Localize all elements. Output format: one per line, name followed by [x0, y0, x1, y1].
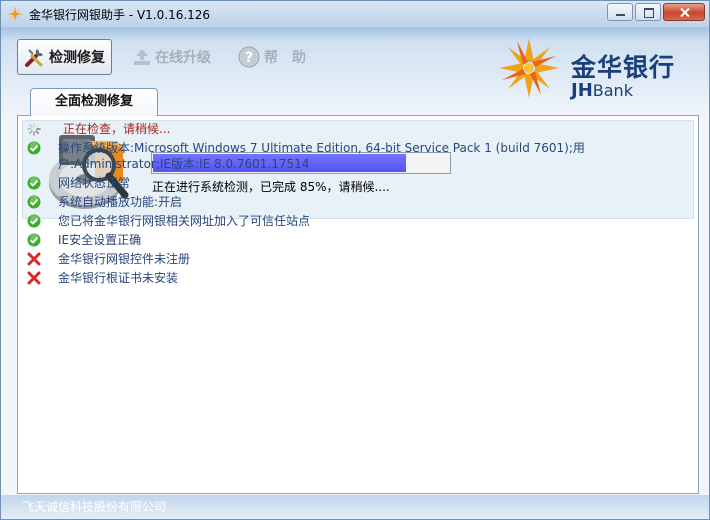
- close-button[interactable]: [663, 3, 705, 21]
- list-item: 金华银行网银控件未注册: [25, 250, 665, 269]
- check-ok-icon: [27, 233, 41, 247]
- upgrade-button[interactable]: 在线升级: [126, 39, 217, 75]
- help-button[interactable]: ? 帮 助: [231, 39, 312, 75]
- svg-text:?: ?: [245, 50, 253, 66]
- check-item-text: 正在检查，请稍候...: [63, 122, 171, 136]
- window-title: 金华银行网银助手 - V1.0.16.126: [29, 8, 211, 22]
- app-window: 金华银行网银助手 - V1.0.16.126 检测修复 在线升级 ? 帮 助 金…: [0, 0, 710, 520]
- check-fail-icon: [27, 252, 41, 266]
- bank-logo-star-icon: [499, 38, 559, 98]
- loading-spinner-icon: [27, 122, 41, 136]
- company-name: 飞天诚信科技股份有限公司: [22, 500, 167, 514]
- toolbar: 检测修复 在线升级 ? 帮 助: [17, 39, 312, 75]
- repair-button-label: 检测修复: [49, 50, 105, 66]
- check-ok-icon: [27, 141, 41, 155]
- bank-logo-cn: 金华银行: [571, 53, 676, 82]
- check-ok-icon: [27, 214, 41, 228]
- app-icon: [7, 6, 23, 22]
- close-icon: [680, 8, 690, 17]
- check-item-text: IE安全设置正确: [58, 233, 142, 247]
- bank-logo-en-bold: JH: [571, 80, 593, 101]
- upload-icon: [134, 49, 150, 65]
- check-ok-icon: [27, 195, 41, 209]
- bank-logo: 金华银行 JHBank: [489, 34, 699, 104]
- help-button-label: 帮 助: [264, 50, 306, 66]
- list-item: 正在检查，请稍候...: [25, 120, 665, 139]
- check-item-text: 网络状态正常: [58, 176, 131, 190]
- upgrade-button-label: 在线升级: [155, 50, 211, 66]
- check-item-text: 金华银行根证书未安装: [58, 271, 179, 285]
- list-item: 系统自动播放功能:开启: [25, 193, 665, 212]
- list-item: 操作系统版本:Microsoft Windows 7 Ultimate Edit…: [25, 139, 665, 174]
- help-icon: ?: [238, 46, 260, 68]
- tab-full-check[interactable]: 全面检测修复: [30, 88, 158, 116]
- check-item-text: 您已将金华银行网银相关网址加入了可信任站点: [58, 214, 311, 228]
- list-item: 您已将金华银行网银相关网址加入了可信任站点: [25, 212, 665, 231]
- wrench-screwdriver-icon: [25, 49, 43, 67]
- check-results-list: 正在检查，请稍候... 操作系统版本:Microsoft Windows 7 Ul…: [25, 120, 665, 288]
- list-item: 金华银行根证书未安装: [25, 269, 665, 288]
- check-fail-icon: [27, 271, 41, 285]
- repair-button[interactable]: 检测修复: [17, 39, 112, 75]
- check-item-text: 操作系统版本:Microsoft Windows 7 Ultimate Edit…: [58, 141, 585, 171]
- list-item: 网络状态正常: [25, 174, 665, 193]
- check-ok-icon: [27, 176, 41, 190]
- bank-logo-en: JHBank: [571, 80, 633, 101]
- bank-logo-en-rest: Bank: [592, 81, 633, 100]
- minimize-button[interactable]: [607, 3, 633, 21]
- window-controls: [607, 3, 705, 21]
- list-item: IE安全设置正确: [25, 231, 665, 250]
- title-bar[interactable]: 金华银行网银助手 - V1.0.16.126: [1, 1, 709, 27]
- check-item-text: 金华银行网银控件未注册: [58, 252, 191, 266]
- maximize-button[interactable]: [635, 3, 661, 21]
- check-item-text: 系统自动播放功能:开启: [58, 195, 183, 209]
